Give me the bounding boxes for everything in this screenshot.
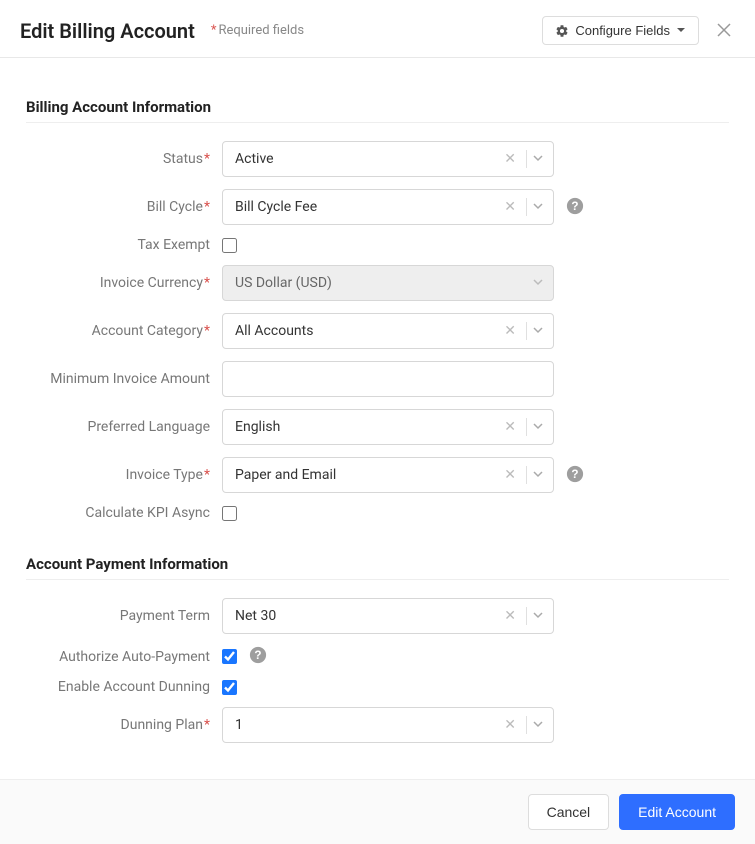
- row-invoice-currency: Invoice Currency* US Dollar (USD): [26, 265, 729, 301]
- invoice-currency-select: US Dollar (USD): [222, 265, 554, 301]
- svg-text:?: ?: [571, 468, 578, 481]
- clear-icon[interactable]: ✕: [498, 420, 522, 434]
- label-calc-kpi-async: Calculate KPI Async: [26, 505, 222, 521]
- configure-fields-button[interactable]: Configure Fields: [542, 16, 699, 45]
- gear-icon: [555, 24, 569, 38]
- row-account-category: Account Category* All Accounts ✕: [26, 313, 729, 349]
- required-fields-note: *Required fields: [211, 23, 304, 38]
- page-title: Edit Billing Account: [20, 19, 195, 43]
- invoice-type-value: Paper and Email: [235, 467, 498, 483]
- tax-exempt-checkbox[interactable]: [222, 238, 237, 253]
- bill-cycle-help-button[interactable]: ?: [566, 197, 584, 218]
- dialog-footer: Cancel Edit Account: [0, 779, 755, 844]
- row-min-invoice-amount: Minimum Invoice Amount: [26, 361, 729, 397]
- help-icon: ?: [249, 646, 267, 667]
- cancel-button[interactable]: Cancel: [528, 794, 610, 830]
- select-divider: [526, 466, 527, 484]
- dunning-plan-select[interactable]: 1 ✕: [222, 707, 554, 743]
- row-tax-exempt: Tax Exempt: [26, 237, 729, 253]
- chevron-down-icon[interactable]: [531, 717, 545, 733]
- label-tax-exempt: Tax Exempt: [26, 237, 222, 253]
- row-authorize-auto-payment: Authorize Auto-Payment ?: [26, 646, 729, 667]
- svg-text:?: ?: [254, 649, 261, 662]
- preferred-language-select[interactable]: English ✕: [222, 409, 554, 445]
- select-divider: [526, 607, 527, 625]
- close-icon: [717, 21, 731, 41]
- select-divider: [526, 716, 527, 734]
- chevron-down-icon[interactable]: [531, 419, 545, 435]
- select-divider: [526, 198, 527, 216]
- edit-account-button[interactable]: Edit Account: [619, 794, 735, 830]
- clear-icon[interactable]: ✕: [498, 468, 522, 482]
- row-status: Status* Active ✕: [26, 141, 729, 177]
- label-authorize-auto-payment: Authorize Auto-Payment: [26, 649, 222, 665]
- chevron-down-icon[interactable]: [531, 323, 545, 339]
- invoice-type-select[interactable]: Paper and Email ✕: [222, 457, 554, 493]
- label-preferred-language: Preferred Language: [26, 419, 222, 435]
- payment-term-select[interactable]: Net 30 ✕: [222, 598, 554, 634]
- label-dunning-plan: Dunning Plan*: [26, 717, 222, 733]
- caret-down-icon: [676, 23, 686, 38]
- label-payment-term: Payment Term: [26, 608, 222, 624]
- invoice-currency-value: US Dollar (USD): [235, 275, 531, 291]
- close-button[interactable]: [713, 18, 735, 44]
- authorize-auto-payment-checkbox[interactable]: [222, 649, 237, 664]
- preferred-language-value: English: [235, 419, 498, 435]
- section-divider: [26, 122, 729, 123]
- select-divider: [526, 322, 527, 340]
- help-icon: ?: [566, 465, 584, 486]
- status-select[interactable]: Active ✕: [222, 141, 554, 177]
- calc-kpi-async-checkbox[interactable]: [222, 506, 237, 521]
- label-bill-cycle: Bill Cycle*: [26, 199, 222, 215]
- dialog-header: Edit Billing Account *Required fields Co…: [0, 0, 755, 58]
- clear-icon[interactable]: ✕: [498, 152, 522, 166]
- clear-icon[interactable]: ✕: [498, 718, 522, 732]
- form-content: Billing Account Information Status* Acti…: [0, 58, 755, 779]
- label-account-category: Account Category*: [26, 323, 222, 339]
- clear-icon[interactable]: ✕: [498, 200, 522, 214]
- authorize-auto-payment-help-button[interactable]: ?: [249, 646, 267, 667]
- section-billing-info-title: Billing Account Information: [26, 98, 729, 116]
- configure-fields-label: Configure Fields: [575, 23, 670, 38]
- row-preferred-language: Preferred Language English ✕: [26, 409, 729, 445]
- enable-dunning-checkbox[interactable]: [222, 680, 237, 695]
- invoice-type-help-button[interactable]: ?: [566, 465, 584, 486]
- chevron-down-icon: [531, 275, 545, 291]
- row-enable-dunning: Enable Account Dunning: [26, 679, 729, 695]
- payment-term-value: Net 30: [235, 608, 498, 624]
- clear-icon[interactable]: ✕: [498, 609, 522, 623]
- svg-text:?: ?: [571, 200, 578, 213]
- bill-cycle-select[interactable]: Bill Cycle Fee ✕: [222, 189, 554, 225]
- chevron-down-icon[interactable]: [531, 467, 545, 483]
- row-payment-term: Payment Term Net 30 ✕: [26, 598, 729, 634]
- bill-cycle-value: Bill Cycle Fee: [235, 199, 498, 215]
- row-bill-cycle: Bill Cycle* Bill Cycle Fee ✕ ?: [26, 189, 729, 225]
- label-min-invoice-amount: Minimum Invoice Amount: [26, 371, 222, 387]
- select-divider: [526, 150, 527, 168]
- chevron-down-icon[interactable]: [531, 608, 545, 624]
- label-invoice-currency: Invoice Currency*: [26, 275, 222, 291]
- label-invoice-type: Invoice Type*: [26, 467, 222, 483]
- select-divider: [526, 418, 527, 436]
- section-payment-info-title: Account Payment Information: [26, 555, 729, 573]
- row-calc-kpi-async: Calculate KPI Async: [26, 505, 729, 521]
- dunning-plan-value: 1: [235, 717, 498, 733]
- min-invoice-amount-input[interactable]: [222, 361, 554, 397]
- section-divider: [26, 579, 729, 580]
- account-category-select[interactable]: All Accounts ✕: [222, 313, 554, 349]
- row-dunning-plan: Dunning Plan* 1 ✕: [26, 707, 729, 743]
- chevron-down-icon[interactable]: [531, 151, 545, 167]
- account-category-value: All Accounts: [235, 323, 498, 339]
- chevron-down-icon[interactable]: [531, 199, 545, 215]
- status-value: Active: [235, 151, 498, 167]
- label-enable-dunning: Enable Account Dunning: [26, 679, 222, 695]
- row-invoice-type: Invoice Type* Paper and Email ✕ ?: [26, 457, 729, 493]
- help-icon: ?: [566, 197, 584, 218]
- label-status: Status*: [26, 151, 222, 167]
- clear-icon[interactable]: ✕: [498, 324, 522, 338]
